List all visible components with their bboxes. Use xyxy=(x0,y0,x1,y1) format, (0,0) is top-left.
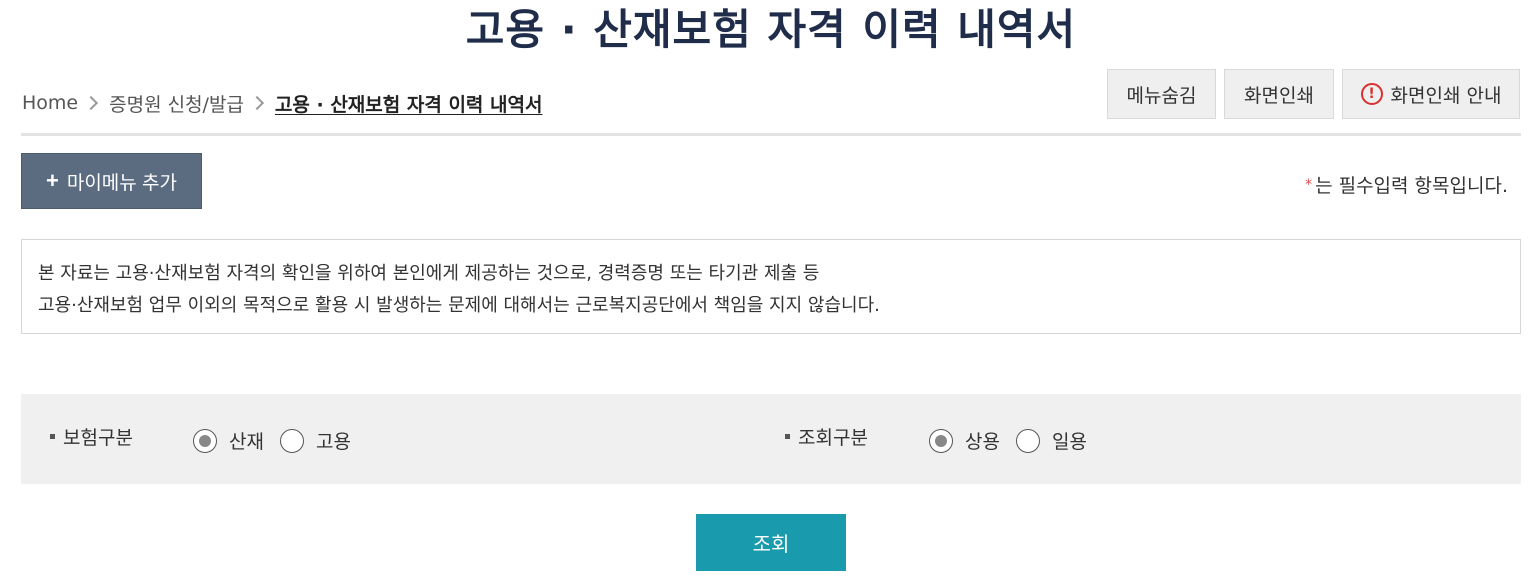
insurance-type-label: 보험구분 xyxy=(50,423,133,450)
radio-unchecked-icon[interactable] xyxy=(1015,428,1040,453)
radio-insurance-sanjae[interactable]: 산재 xyxy=(193,427,264,454)
bullet-icon xyxy=(50,434,55,439)
print-button[interactable]: 화면인쇄 xyxy=(1224,69,1334,119)
insurance-type-radio-group: 산재 고용 xyxy=(193,427,367,454)
radio-query-sangyong[interactable]: 상용 xyxy=(929,427,1000,454)
print-guide-label: 화면인쇄 안내 xyxy=(1390,84,1502,107)
radio-label: 고용 xyxy=(315,431,351,453)
radio-checked-icon[interactable] xyxy=(929,428,953,453)
breadcrumb-current[interactable]: 고용 · 산재보험 자격 이력 내역서 xyxy=(275,90,543,117)
breadcrumb: Home 증명원 신청/발급 고용 · 산재보험 자격 이력 내역서 xyxy=(22,90,542,116)
radio-query-ilyong[interactable]: 일용 xyxy=(1015,427,1087,454)
search-button[interactable]: 조회 xyxy=(696,514,846,571)
hide-menu-button[interactable]: 메뉴숨김 xyxy=(1107,69,1216,119)
radio-label: 일용 xyxy=(1051,431,1087,453)
required-star: * xyxy=(1305,176,1313,193)
breadcrumb-level1[interactable]: 증명원 신청/발급 xyxy=(109,90,244,117)
required-note: * 는 필수입력 항목입니다. xyxy=(1305,171,1508,198)
print-guide-button[interactable]: ! 화면인쇄 안내 xyxy=(1342,69,1520,119)
notice-box: 본 자료는 고용·산재보험 자격의 확인을 위하여 본인에게 제공하는 것으로,… xyxy=(21,239,1521,334)
query-type-label-text: 조회구분 xyxy=(798,427,868,449)
radio-label: 산재 xyxy=(229,431,264,453)
required-note-text: 는 필수입력 항목입니다. xyxy=(1315,175,1508,197)
radio-checked-icon[interactable] xyxy=(193,428,217,453)
divider xyxy=(21,133,1521,136)
notice-line-1: 본 자료는 고용·산재보험 자격의 확인을 위하여 본인에게 제공하는 것으로,… xyxy=(38,263,820,284)
page-title: 고용 · 산재보험 자격 이력 내역서 xyxy=(465,5,1077,54)
notice-line-2: 고용·산재보험 업무 이외의 목적으로 활용 시 발생하는 문제에 대해서는 근… xyxy=(38,295,880,316)
page: 고용 · 산재보험 자격 이력 내역서 Home 증명원 신청/발급 고용 · … xyxy=(0,0,1531,580)
plus-icon: + xyxy=(45,168,59,193)
chevron-right-icon xyxy=(84,95,99,111)
add-mymenu-label: 마이메뉴 추가 xyxy=(66,172,178,194)
radio-label: 상용 xyxy=(965,431,1000,453)
query-type-label: 조회구분 xyxy=(785,423,868,450)
breadcrumb-home[interactable]: Home xyxy=(22,92,78,114)
add-mymenu-button[interactable]: + 마이메뉴 추가 xyxy=(21,153,202,209)
query-type-radio-group: 상용 일용 xyxy=(929,427,1103,454)
bullet-icon xyxy=(785,434,790,439)
chevron-right-icon xyxy=(249,95,264,111)
alert-circle-icon: ! xyxy=(1360,83,1383,105)
radio-unchecked-icon[interactable] xyxy=(279,428,304,453)
insurance-type-label-text: 보험구분 xyxy=(63,427,133,449)
search-panel: 보험구분 산재 고용 조회구분 상용 일용 xyxy=(21,394,1521,484)
radio-insurance-goyong[interactable]: 고용 xyxy=(279,427,351,454)
